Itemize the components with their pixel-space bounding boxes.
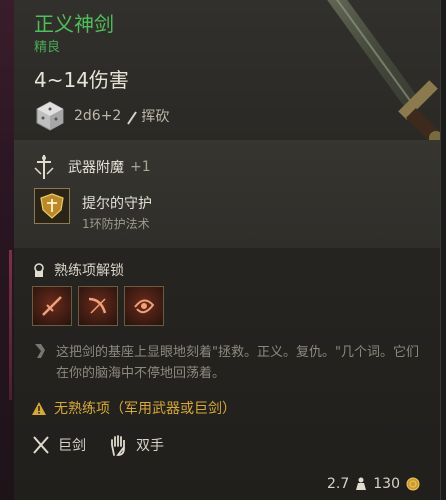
damage-type: 挥砍	[141, 109, 170, 125]
background-edge-left	[0, 0, 14, 500]
rush-attack-icon[interactable]	[124, 286, 164, 326]
item-value: 130	[373, 476, 400, 492]
enchantment-header: 武器附魔 +1	[32, 154, 151, 180]
greatsword-icon	[33, 436, 49, 454]
proficiency-section: 熟练项解锁 这把剑的基座上显眼地刻着"拯救。正义。复仇。"几个词。它们在你的脑海…	[14, 248, 440, 500]
cleaving-strike-glyph-icon	[42, 296, 62, 316]
spell-subtitle: 1环防护法术	[82, 217, 150, 231]
spell-icon-box[interactable]	[34, 188, 70, 224]
property-label: 巨剑	[58, 438, 86, 454]
item-weight: 2.7	[327, 476, 350, 492]
description-quote-icon	[35, 344, 45, 358]
lacerate-glyph-icon	[88, 297, 107, 314]
enchantment-title: 武器附魔	[68, 160, 124, 176]
d6-dice-icon	[36, 101, 64, 131]
rush-attack-glyph-icon	[134, 299, 155, 314]
weight-icon	[356, 477, 367, 490]
two-handed-icon	[111, 435, 125, 456]
weapon-enchantment-icon	[34, 155, 54, 179]
item-header: 正义神剑 精良 4~14伤害 2d6+2 挥砍	[14, 0, 440, 145]
enchantment-bonus: +1	[130, 159, 151, 175]
item-footer: 2.7 130	[327, 476, 426, 492]
cleaving-strike-icon[interactable]	[32, 286, 72, 326]
item-tooltip: 正义神剑 精良 4~14伤害 2d6+2 挥砍 武器附魔 +1 提尔的守护 1环…	[14, 0, 441, 500]
proficiency-action-icons	[32, 286, 170, 326]
lacerate-icon[interactable]	[78, 286, 118, 326]
spell-name: 提尔的守护	[82, 196, 152, 212]
weapon-properties: 巨剑 双手	[32, 434, 186, 456]
gold-coin-icon	[406, 477, 420, 491]
item-name: 正义神剑	[34, 12, 114, 36]
unlock-icon	[34, 263, 44, 277]
proficiency-warning: 无熟练项（军用武器或巨剑）	[32, 398, 236, 418]
property-label: 双手	[136, 438, 164, 454]
property-two-handed: 双手	[108, 434, 164, 456]
slashing-icon	[127, 111, 138, 125]
item-description: 这把剑的基座上显眼地刻着"拯救。正义。复仇。"几个词。它们在你的脑海中不停地回荡…	[56, 345, 419, 381]
item-rarity: 精良	[34, 40, 61, 55]
damage-dice: 2d6+2	[74, 108, 122, 124]
shield-of-faith-icon	[40, 193, 64, 219]
sword-artwork-icon	[327, 0, 440, 145]
enchantment-section: 武器附魔 +1 提尔的守护 1环防护法术	[14, 140, 440, 248]
item-damage: 4~14伤害	[34, 68, 129, 92]
proficiency-header: 熟练项解锁	[32, 260, 124, 280]
proficiency-title: 熟练项解锁	[54, 263, 124, 279]
warning-text: 无熟练项（军用武器或巨剑）	[54, 401, 236, 417]
damage-dice-row: 2d6+2 挥砍	[34, 98, 169, 134]
warning-icon	[32, 401, 46, 415]
property-greatsword: 巨剑	[32, 435, 86, 455]
